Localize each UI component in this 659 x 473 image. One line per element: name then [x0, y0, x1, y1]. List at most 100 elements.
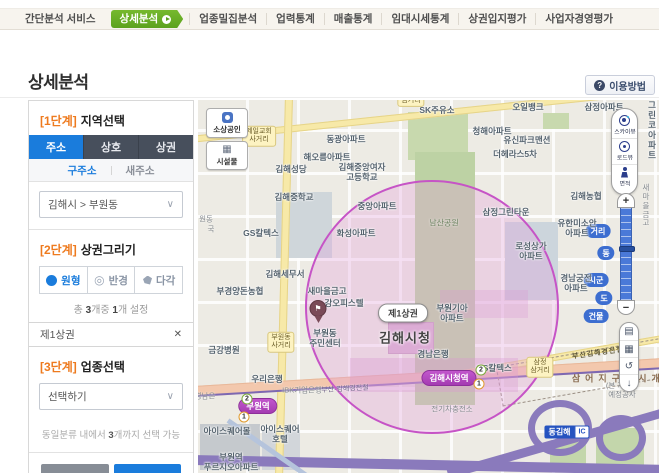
help-button-label: 이용방법: [609, 78, 646, 93]
step1-header: [1단계]지역선택: [29, 101, 193, 135]
map-layer-chip[interactable]: 동: [597, 246, 614, 260]
nav-item[interactable]: 매출통계: [324, 13, 382, 25]
radius-icon: ◎: [94, 275, 104, 286]
roadview-button[interactable]: 로드뷰: [612, 138, 637, 164]
map-highway: [198, 455, 659, 473]
region-select-row: 김해시 > 부원동 ∨: [29, 182, 193, 229]
skyview-button[interactable]: 스카이뷰: [612, 113, 637, 138]
map-left-controls: 소상공인 ▦ 시설물: [206, 108, 248, 170]
map-tool-pill: ▤▦↺↓: [619, 322, 639, 392]
top-nav-items: 간단분석 서비스 상세분석 업종밀집분석업력통계매출통계임대시세통계상권입지평가사업…: [16, 10, 622, 28]
line-number-badge: 1: [474, 379, 485, 390]
tool-polygon-label: 다각: [156, 273, 175, 288]
area-list-item: 제1상권 ✕: [29, 322, 193, 347]
zoom-slider[interactable]: [620, 208, 632, 300]
map-park: [543, 113, 569, 129]
region-select[interactable]: 김해시 > 부원동 ∨: [39, 191, 183, 218]
line-number-badge: 1: [239, 412, 250, 423]
trade-area-circle: [305, 180, 559, 434]
nav-item[interactable]: 상권입지평가: [458, 13, 535, 25]
line-number-badge: 2: [476, 365, 487, 376]
undo-icon[interactable]: ↺: [620, 357, 638, 374]
station-label[interactable]: 김해시청역: [421, 370, 476, 386]
subtab-old-address[interactable]: 구주소: [54, 163, 111, 178]
help-button[interactable]: ? 이용방법: [585, 75, 655, 95]
map-label: 그린코아파트: [648, 100, 656, 160]
trade-area-label[interactable]: 제1상권: [378, 304, 428, 323]
nav-item[interactable]: 사업자경영평가: [535, 13, 622, 25]
facility-layer-button[interactable]: ▦ 시설물: [206, 141, 248, 170]
person-icon: [620, 167, 629, 178]
map-view-controls: 스카이뷰 로드뷰 면적: [611, 108, 638, 195]
area-marker-pin[interactable]: ⚑: [310, 300, 327, 317]
nav-item[interactable]: 상세분석: [111, 10, 184, 28]
download-icon[interactable]: ↓: [620, 374, 638, 391]
reset-button[interactable]: 초기화: [41, 464, 109, 473]
map-label: 삼거리: [397, 100, 424, 107]
step1-title: 지역선택: [81, 114, 125, 128]
tool-polygon[interactable]: 다각: [134, 266, 183, 294]
step2-title: 상권그리기: [81, 243, 136, 257]
map-label: 김해중앙여자 고등학교: [339, 162, 386, 182]
skyview-icon: [619, 115, 630, 126]
app-root: 간단분석 서비스상세분석업종밀집분석업력통계매출통계임대시세통계상권입지평가사업…: [0, 0, 659, 473]
map-layer-chip[interactable]: 시군: [584, 273, 609, 287]
facility-label: 시설물: [217, 156, 238, 167]
map-label: 청해아파트: [472, 126, 511, 136]
map-label: 더헤라스5차: [493, 149, 537, 159]
map-canvas[interactable]: 동광아파트해오름아파트김해성당김해중앙여자 고등학교김해중학교SK주유소오일뱅크…: [198, 100, 659, 473]
skyview-label: 스카이뷰: [614, 127, 636, 136]
map-label: 동광아파트: [326, 134, 365, 144]
zoom-in-button[interactable]: +: [617, 193, 635, 208]
step3-title: 업종선택: [81, 360, 125, 374]
page-title: 상세분석: [28, 68, 89, 93]
map-layer-chip[interactable]: 거리: [586, 224, 611, 238]
draw-tools: 원형 ◎ 반경 다각: [39, 266, 183, 294]
map-road-yellow: [275, 100, 293, 473]
map-label: 해오름아파트: [304, 152, 351, 162]
zoom-slider-handle[interactable]: [619, 246, 635, 252]
map-label: 국: [208, 226, 215, 235]
tool-radius[interactable]: ◎ 반경: [87, 266, 136, 294]
measure-button[interactable]: 면적: [612, 164, 637, 190]
industry-select[interactable]: 선택하기 ∨: [39, 383, 183, 410]
tab-trade-area[interactable]: 상권: [139, 135, 193, 159]
nav-item[interactable]: 업력통계: [266, 13, 324, 25]
tool-circle[interactable]: 원형: [39, 266, 88, 294]
facility-icon: ▦: [222, 145, 231, 155]
nav-item[interactable]: 업종밀집분석: [189, 13, 266, 25]
top-nav: 간단분석 서비스 상세분석 업종밀집분석업력통계매출통계임대시세통계상권입지평가사업…: [0, 8, 659, 30]
menu-icon[interactable]: ▤: [620, 323, 638, 340]
small-business-layer-button[interactable]: 소상공인: [206, 108, 248, 138]
map-highway-loop: [596, 415, 646, 461]
map-layer-chip[interactable]: 건물: [584, 309, 609, 323]
map-label: GS칼텍스: [243, 228, 279, 238]
area-item-label: 제1상권: [40, 327, 75, 342]
map-label: 김해농협: [570, 191, 601, 201]
area-measure-icon[interactable]: ▦: [620, 340, 638, 357]
step3-header: [3단계]업종선택: [29, 347, 193, 381]
nav-item[interactable]: 간단분석 서비스: [16, 13, 105, 25]
step2-badge: [2단계]: [40, 243, 77, 257]
chevron-down-icon: ∨: [167, 391, 174, 402]
zoom-out-button[interactable]: −: [617, 300, 635, 315]
question-icon: ?: [594, 80, 605, 91]
tab-address[interactable]: 주소: [29, 135, 84, 159]
step2-header: [2단계] 상권그리기: [29, 230, 193, 264]
remove-area-icon[interactable]: ✕: [174, 329, 182, 340]
tool-circle-label: 원형: [61, 273, 80, 288]
line-number-badge: 2: [242, 394, 253, 405]
tab-store-name[interactable]: 상호: [84, 135, 139, 159]
subtab-new-address[interactable]: 새주소: [112, 163, 169, 178]
small-business-icon: [222, 112, 233, 123]
tool-radius-label: 반경: [109, 273, 128, 288]
analyze-button[interactable]: 분석하기: [114, 464, 182, 473]
map-label: 원동: [199, 216, 213, 225]
map-layer-chip[interactable]: 도: [595, 291, 612, 305]
small-business-label: 소상공인: [213, 124, 241, 135]
polygon-icon: [142, 276, 152, 285]
analysis-panel: [1단계]지역선택 주소 상호 상권 구주소 새주소 김해시 > 부원동 ∨ […: [28, 100, 194, 473]
measure-label: 면적: [619, 179, 630, 188]
nav-item[interactable]: 임대시세통계: [381, 13, 458, 25]
roadview-icon: [619, 141, 630, 152]
